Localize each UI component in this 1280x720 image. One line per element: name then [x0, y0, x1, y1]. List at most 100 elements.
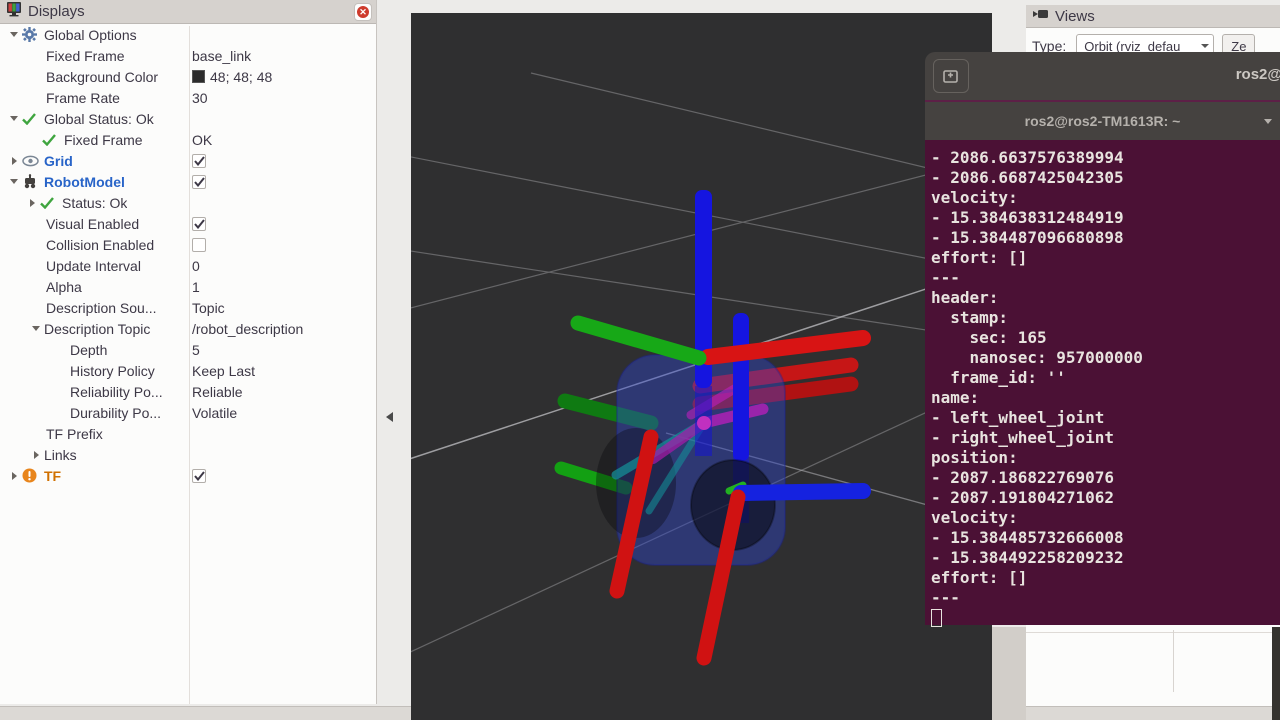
displays-tree-row[interactable]: TF	[0, 465, 376, 486]
terminal-line: - 15.384492258209232	[931, 548, 1280, 568]
property-label: TF	[44, 468, 61, 484]
terminal-line: - 15.384638312484919	[931, 208, 1280, 228]
property-label: Update Interval	[46, 258, 141, 274]
property-label: Description Sou...	[46, 300, 157, 316]
displays-tree-row[interactable]: Reliability Po... Reliable	[0, 381, 376, 402]
displays-tree-row[interactable]: Description Sou... Topic	[0, 297, 376, 318]
property-value[interactable]: 0	[192, 258, 200, 274]
3d-viewport[interactable]	[411, 13, 992, 720]
background-window-edge	[1272, 627, 1280, 720]
displays-tree-row[interactable]: Background Color48; 48; 48	[0, 66, 376, 87]
displays-tree: Global Options Fixed Frame base_link Backgr…	[0, 24, 376, 486]
terminal-line: nanosec: 957000000	[931, 348, 1280, 368]
property-value[interactable]: /robot_description	[192, 321, 303, 337]
displays-close-button[interactable]: ✕	[354, 3, 372, 21]
tab-chevron-down-icon[interactable]	[1264, 119, 1272, 124]
terminal-tab-title: ros2@ros2-TM1613R: ~	[1025, 113, 1181, 129]
property-value[interactable]: OK	[192, 132, 212, 148]
new-tab-button[interactable]	[933, 59, 969, 93]
terminal-line: - left_wheel_joint	[931, 408, 1280, 428]
displays-tree-row[interactable]: History Policy Keep Last	[0, 360, 376, 381]
expand-arrow-icon[interactable]	[6, 468, 22, 484]
property-label: Reliability Po...	[70, 384, 163, 400]
collapse-arrow-icon[interactable]	[6, 174, 22, 190]
displays-tree-row[interactable]: Links	[0, 444, 376, 465]
close-icon: ✕	[357, 6, 369, 18]
terminal-output[interactable]: - 2086.6637576389994- 2086.6687425042305…	[925, 140, 1280, 625]
displays-tree-row[interactable]: Visual Enabled	[0, 213, 376, 234]
displays-tree-row[interactable]: RobotModel	[0, 171, 376, 192]
checkbox-checked[interactable]	[192, 469, 206, 483]
check-icon	[40, 197, 62, 209]
displays-tree-row[interactable]: Status: Ok	[0, 192, 376, 213]
property-label: Links	[44, 447, 77, 463]
property-value[interactable]: Topic	[192, 300, 225, 316]
checkbox-checked[interactable]	[192, 154, 206, 168]
displays-icon	[6, 1, 22, 22]
splitter-collapse-arrow-icon[interactable]	[386, 412, 393, 422]
terminal-cursor	[931, 609, 942, 627]
checkbox-checked[interactable]	[192, 217, 206, 231]
displays-tree-row[interactable]: Fixed Frame base_link	[0, 45, 376, 66]
terminal-line: - right_wheel_joint	[931, 428, 1280, 448]
property-label: Global Status: Ok	[44, 111, 154, 127]
displays-tree-row[interactable]: Update Interval 0	[0, 255, 376, 276]
displays-tree-row[interactable]: Alpha1	[0, 276, 376, 297]
displays-tree-row[interactable]: Grid	[0, 150, 376, 171]
displays-tree-row[interactable]: Global Status: Ok	[0, 108, 376, 129]
displays-tree-row[interactable]: Depth5	[0, 339, 376, 360]
tf-x-axis	[708, 338, 863, 357]
displays-tree-row[interactable]: Fixed FrameOK	[0, 129, 376, 150]
collapse-arrow-icon[interactable]	[6, 27, 22, 43]
property-value[interactable]: base_link	[192, 48, 251, 64]
property-value[interactable]: 5	[192, 342, 200, 358]
property-label: Collision Enabled	[46, 237, 154, 253]
property-label: Frame Rate	[46, 90, 120, 106]
collapse-arrow-icon[interactable]	[28, 321, 44, 337]
warning-icon	[22, 468, 44, 483]
displays-panel-titlebar[interactable]: Displays ✕	[0, 0, 376, 24]
views-divider	[1026, 632, 1280, 633]
checkbox-checked[interactable]	[192, 175, 206, 189]
color-swatch[interactable]	[192, 70, 205, 83]
property-label: Durability Po...	[70, 405, 161, 421]
terminal-line: effort: []	[931, 568, 1280, 588]
displays-tree-row[interactable]: Global Options	[0, 24, 376, 45]
terminal-line: ---	[931, 588, 1280, 608]
expand-arrow-icon[interactable]	[28, 447, 44, 463]
property-label: Status: Ok	[62, 195, 127, 211]
terminal-line: stamp:	[931, 308, 1280, 328]
terminal-tab[interactable]: ros2@ros2-TM1613R: ~	[925, 100, 1280, 140]
check-icon	[42, 134, 64, 146]
terminal-headerbar[interactable]: ros2@	[925, 52, 1280, 100]
expand-arrow-icon[interactable]	[24, 195, 40, 211]
new-tab-icon	[942, 68, 960, 84]
eye-icon	[22, 155, 44, 167]
terminal-line: velocity:	[931, 508, 1280, 528]
displays-tree-row[interactable]: Description Topic/robot_description	[0, 318, 376, 339]
displays-tree-row[interactable]: Collision Enabled	[0, 234, 376, 255]
terminal-line: - 2086.6637576389994	[931, 148, 1280, 168]
rviz-window: { "displays_panel": { "title": "Displays…	[0, 0, 1280, 720]
property-value[interactable]: Keep Last	[192, 363, 255, 379]
chevron-down-icon	[1201, 44, 1209, 48]
property-value[interactable]: 48; 48; 48	[210, 69, 272, 85]
views-panel-titlebar[interactable]: Views	[1026, 5, 1280, 28]
property-value[interactable]: Reliable	[192, 384, 243, 400]
property-label: History Policy	[70, 363, 155, 379]
expand-arrow-icon[interactable]	[6, 153, 22, 169]
displays-tree-row[interactable]: Durability Po... Volatile	[0, 402, 376, 423]
checkbox-unchecked[interactable]	[192, 238, 206, 252]
terminal-window[interactable]: ros2@ ros2@ros2-TM1613R: ~ - 2086.663757…	[925, 52, 1280, 627]
property-column-divider[interactable]	[189, 26, 190, 704]
displays-tree-row[interactable]: Frame Rate 30	[0, 87, 376, 108]
property-value[interactable]: 1	[192, 279, 200, 295]
property-value[interactable]: 30	[192, 90, 208, 106]
displays-tree-row[interactable]: TF Prefix	[0, 423, 376, 444]
collapse-arrow-icon[interactable]	[6, 111, 22, 127]
terminal-line: ---	[931, 268, 1280, 288]
property-label: Fixed Frame	[46, 48, 125, 64]
property-value[interactable]: Volatile	[192, 405, 237, 421]
terminal-line: - 15.384485732666008	[931, 528, 1280, 548]
terminal-window-title: ros2@	[1236, 66, 1280, 83]
